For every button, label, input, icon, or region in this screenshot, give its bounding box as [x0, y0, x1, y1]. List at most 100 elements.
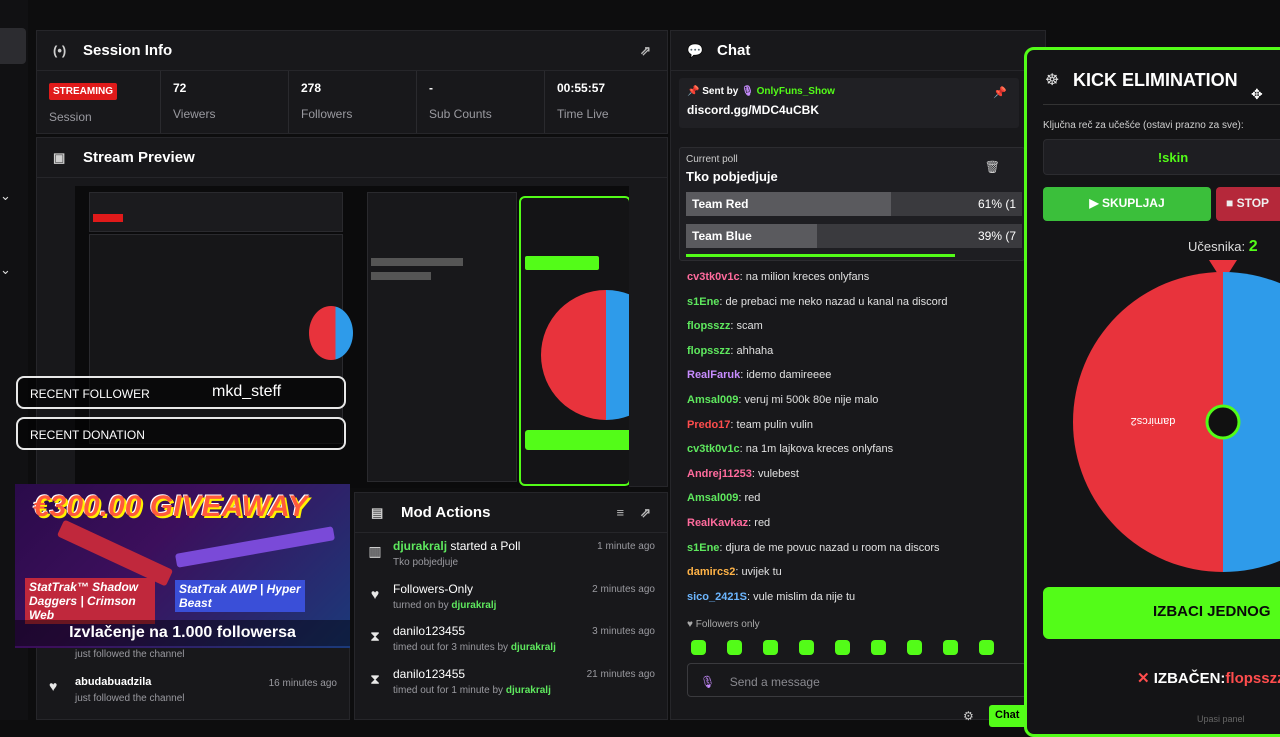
keyword-label: Ključna reč za učešće (ostavi prazno za …	[1043, 120, 1244, 131]
unpin-icon[interactable]: 📌	[993, 86, 1007, 99]
chat-username[interactable]: flopsszz	[687, 320, 730, 332]
chat-message: cv3tk0v1c: na milion kreces onlyfans	[677, 265, 1017, 290]
sidebar-highlight[interactable]	[0, 28, 26, 64]
mod-user[interactable]: djurakralj	[393, 539, 447, 553]
kick-elimination-window: ☸ KICK ELIMINATION ✥ Ključna reč za učeš…	[1024, 47, 1280, 737]
chat-username[interactable]: damircs2	[687, 566, 735, 578]
collect-label: SKUPLJAJ	[1101, 196, 1165, 210]
emote-bar	[691, 639, 1031, 659]
chat-username[interactable]: RealKavkaz	[687, 517, 748, 529]
chat-username[interactable]: s1Ene	[687, 542, 719, 554]
chat-username[interactable]: Predo17	[687, 419, 730, 431]
emote-icon[interactable]	[763, 640, 778, 656]
mod-sub-user[interactable]: djurakralj	[506, 685, 551, 696]
chat-text: red	[744, 492, 761, 505]
emote-icon[interactable]	[979, 640, 994, 656]
move-icon[interactable]: ✥	[1251, 86, 1263, 103]
stop-button[interactable]: ■ STOP	[1216, 187, 1280, 221]
chat-text: vulebest	[757, 467, 799, 480]
elimination-wheel[interactable]: damircs2 vulebest	[1073, 272, 1280, 572]
chat-username[interactable]: Amsal009	[687, 492, 738, 504]
chat-input[interactable]: 🎙 Send a message	[687, 663, 1027, 697]
stream-preview-header: ▣ Stream Preview	[37, 138, 667, 178]
emote-icon[interactable]	[691, 640, 706, 656]
chat-username[interactable]: s1Ene	[687, 296, 719, 308]
chat-username[interactable]: RealFaruk	[687, 369, 740, 381]
chat-message: Amsal009: red	[677, 486, 1017, 511]
sent-by-label: Sent by	[702, 86, 739, 97]
recent-follower-label: RECENT FOLLOWER	[30, 387, 150, 401]
chat-username[interactable]: flopsszz	[687, 345, 730, 357]
chat-username[interactable]: cv3tk0v1c	[687, 271, 740, 283]
emote-icon[interactable]	[835, 640, 850, 656]
chat-header: 💬 Chat	[671, 31, 1045, 71]
popout-icon[interactable]: ⇗	[640, 43, 651, 59]
stat-label: Time Live	[557, 107, 609, 121]
pinned-sender[interactable]: OnlyFuns_Show	[757, 86, 835, 97]
chat-text: de prebaci me neko nazad u kanal na disc…	[725, 295, 948, 308]
keyword-input[interactable]: !skin	[1043, 139, 1280, 175]
chat-username[interactable]: Andrej11253	[687, 468, 752, 480]
session-info-header: (•) Session Info ⇗	[37, 31, 667, 71]
pinned-text[interactable]: discord.gg/MDC4uCBK	[687, 103, 1011, 117]
emote-icon[interactable]	[907, 640, 922, 656]
chat-text: red	[754, 516, 771, 529]
poll-option-name: Team Blue	[692, 229, 752, 243]
stat-time-live: 00:55:57 Time Live	[545, 71, 667, 133]
follow-action: just followed the channel	[75, 693, 185, 704]
pin-icon: 📌	[687, 86, 700, 97]
chat-text: idemo damireeee	[746, 369, 832, 382]
chevron-down-icon[interactable]: ⌄	[0, 262, 11, 278]
hourglass-icon: ⧗	[370, 628, 380, 645]
trash-icon[interactable]: 🗑	[985, 160, 1000, 174]
chat-username[interactable]: sico_2421S	[687, 591, 747, 603]
mod-time: 3 minutes ago	[592, 626, 655, 638]
followers-only-label: Followers only	[695, 619, 760, 630]
mod-sub-user[interactable]: djurakralj	[451, 600, 496, 611]
eliminated-name: flopsszz	[1225, 670, 1280, 687]
eliminate-button[interactable]: IZBACI JEDNOG	[1043, 587, 1280, 639]
stat-label: Session	[49, 110, 92, 124]
wheel-logo-icon: ☸	[1045, 72, 1060, 89]
session-stats: STREAMING Session 72 Viewers 278 Followe…	[37, 71, 667, 133]
list-item: ⧗ danilo123455 timed out for 3 minutes b…	[355, 618, 667, 661]
chat-text: vule mislim da nije tu	[753, 590, 856, 603]
poll-timer-bar	[686, 254, 955, 257]
mod-sub: timed out for 1 minute by	[393, 685, 504, 697]
list-item: ⧗ danilo123455 timed out for 1 minute by…	[355, 661, 667, 704]
collect-button[interactable]: ▶ SKUPLJAJ	[1043, 187, 1211, 221]
emote-icon[interactable]	[943, 640, 958, 656]
preview-mini-session	[89, 192, 343, 232]
preview-mini-chat	[367, 192, 517, 482]
chat-username[interactable]: Amsal009	[687, 394, 738, 406]
poll-option[interactable]: Team Blue 39% (7	[686, 224, 1022, 248]
stat-label: Followers	[301, 107, 353, 121]
emote-icon[interactable]	[871, 640, 886, 656]
list-item: ♥ Followers-Only turned on by djurakralj…	[355, 576, 667, 619]
status-badge: STREAMING	[49, 83, 117, 100]
stat-label: Viewers	[173, 107, 216, 121]
stat-value: 72	[173, 81, 187, 95]
chat-text: na 1m lajkova kreces onlyfans	[745, 443, 894, 456]
stop-label: STOP	[1236, 196, 1270, 210]
chat-message: cv3tk0v1c: na 1m lajkova kreces onlyfans	[677, 437, 1017, 462]
wheel-label-damircs2: damircs2	[1131, 415, 1176, 427]
recent-follower-name: mkd_steff	[212, 383, 282, 400]
stat-viewers: 72 Viewers	[161, 71, 289, 133]
preview-mini-poll-bar	[371, 258, 463, 266]
poll-option[interactable]: Team Red 61% (1	[686, 192, 1022, 216]
mod-actions-panel: ▤ Mod Actions ≡ ⇗ ▥ djurakralj started a…	[354, 492, 668, 720]
mod-actions-header: ▤ Mod Actions ≡ ⇗	[355, 493, 667, 533]
chat-username[interactable]: cv3tk0v1c	[687, 443, 740, 455]
chat-messages: cv3tk0v1c: na milion kreces onlyfans s1En…	[677, 265, 1017, 615]
filter-icon[interactable]: ≡	[617, 505, 625, 520]
emote-icon[interactable]	[727, 640, 742, 656]
chevron-down-icon[interactable]: ⌄	[0, 188, 11, 204]
chat-text: ahhaha	[736, 344, 774, 357]
chat-message: flopsszz: scam	[677, 314, 1017, 339]
settings-icon[interactable]: ⚙	[963, 709, 974, 723]
popout-icon[interactable]: ⇗	[640, 505, 651, 521]
emote-icon[interactable]	[799, 640, 814, 656]
mod-sub-user[interactable]: djurakralj	[511, 642, 556, 653]
stop-icon: ■	[1226, 196, 1234, 210]
